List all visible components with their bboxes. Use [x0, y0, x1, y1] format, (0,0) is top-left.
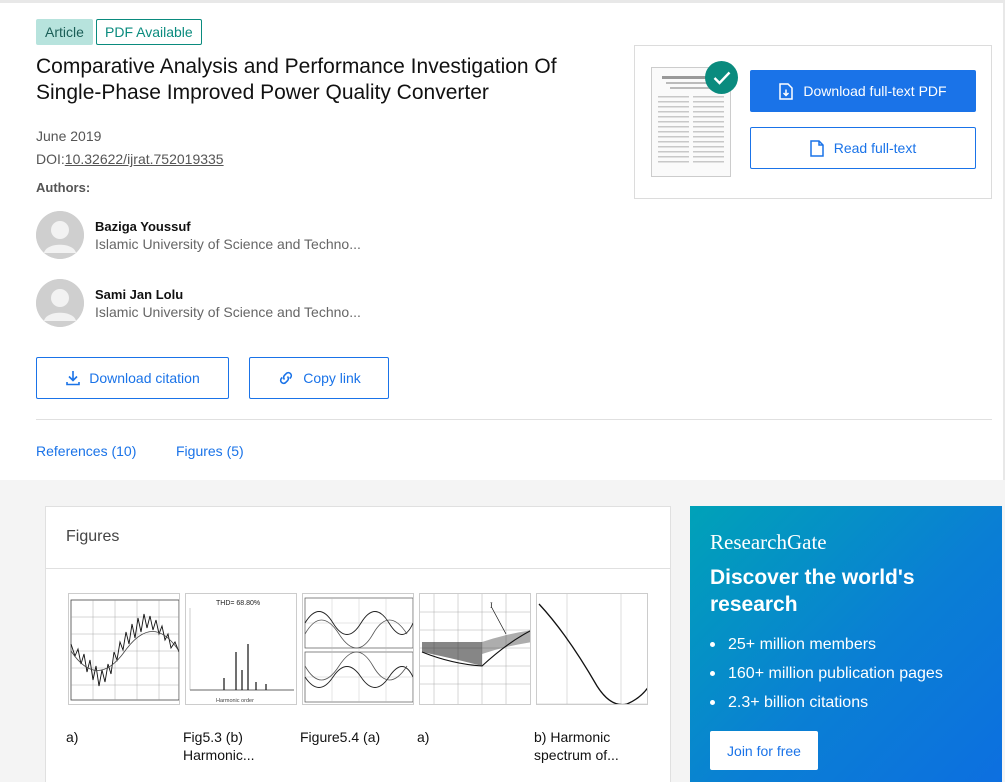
figure-caption: a) [66, 729, 79, 745]
figure-caption: Fig5.3 (b) Harmonic... [183, 729, 255, 763]
svg-text:Harmonic order: Harmonic order [216, 698, 254, 704]
avatar-placeholder-icon [36, 279, 84, 327]
page-title: Comparative Analysis and Performance Inv… [36, 55, 557, 104]
promo-bullet: 2.3+ billion citations [710, 688, 943, 717]
promo-bullet-text: 2.3+ billion citations [728, 693, 869, 711]
fulltext-card: Download full-text PDF Read full-text [634, 45, 992, 199]
download-fulltext-pdf-button[interactable]: Download full-text PDF [750, 70, 976, 112]
figure-caption: Figure5.4 (a) [300, 729, 381, 745]
section-divider [36, 419, 992, 420]
figure-caption: b) Harmonic spectrum of... [534, 729, 619, 763]
promo-bullet-text: 160+ million publication pages [728, 664, 943, 682]
doi-link[interactable]: 10.32622/ijrat.752019335 [65, 151, 224, 167]
download-fulltext-pdf-label: Download full-text PDF [803, 83, 947, 99]
promo-bullet: 25+ million members [710, 630, 943, 659]
bullet-icon [710, 671, 715, 676]
pdf-available-badge: PDF Available [96, 19, 202, 45]
figures-panel: Figures THD= 68.80% Harmonic order I a) … [45, 506, 671, 782]
download-icon [66, 371, 81, 386]
author-affiliation: Islamic University of Science and Techno… [95, 236, 361, 252]
file-download-icon [779, 82, 794, 100]
publication-date: June 2019 [36, 128, 102, 144]
figure-waveform-image [70, 599, 179, 701]
link-icon [280, 371, 293, 385]
download-citation-button[interactable]: Download citation [36, 357, 229, 399]
figure-thumbnail[interactable]: I [419, 593, 531, 705]
figure-thumbnail[interactable] [68, 593, 180, 705]
svg-text:I: I [490, 601, 493, 610]
author-affiliation: Islamic University of Science and Techno… [95, 304, 361, 320]
file-icon [810, 139, 824, 157]
doi-line: DOI:10.32622/ijrat.752019335 [36, 151, 224, 167]
bullet-icon [710, 642, 715, 647]
figure-thumbnail[interactable] [302, 593, 414, 705]
tab-figures[interactable]: Figures (5) [176, 443, 244, 459]
promo-heading: Discover the world's research [710, 566, 915, 616]
researchgate-promo: ResearchGate Discover the world's resear… [690, 506, 1002, 782]
avatar-placeholder-icon [36, 211, 84, 259]
article-type-badge: Article [36, 19, 93, 45]
promo-bullets: 25+ million members 160+ million publica… [710, 630, 943, 717]
copy-link-label: Copy link [303, 370, 361, 386]
figure-thd-label: THD= 68.80% [216, 600, 260, 607]
promo-bullet: 160+ million publication pages [710, 659, 943, 688]
figures-header: Figures [66, 528, 120, 545]
author-name[interactable]: Sami Jan Lolu [95, 287, 183, 302]
figure-sine-curve-image [537, 594, 647, 704]
checkmark-icon [705, 61, 738, 94]
authors-label: Authors: [36, 180, 91, 195]
avatar[interactable] [36, 211, 84, 259]
figure-caption: a) [417, 729, 430, 745]
tab-references[interactable]: References (10) [36, 443, 136, 459]
figure-thumbnail[interactable]: THD= 68.80% Harmonic order [185, 593, 297, 705]
figure-thumbnail[interactable] [536, 593, 648, 705]
bullet-icon [710, 700, 715, 705]
join-for-free-button[interactable]: Join for free [710, 731, 818, 770]
promo-bullet-text: 25+ million members [728, 635, 877, 653]
researchgate-logo: ResearchGate [710, 530, 827, 554]
copy-link-button[interactable]: Copy link [249, 357, 389, 399]
read-fulltext-label: Read full-text [833, 140, 917, 156]
figure-sine-plots-image [304, 597, 413, 703]
author-name[interactable]: Baziga Youssuf [95, 219, 191, 234]
figure-harmonic-spectrum-image: THD= 68.80% Harmonic order [189, 600, 294, 704]
figure-hatched-waveform-image: I [420, 594, 530, 704]
read-fulltext-button[interactable]: Read full-text [750, 127, 976, 169]
avatar[interactable] [36, 279, 84, 327]
top-border [0, 0, 1005, 3]
doi-label: DOI: [36, 151, 65, 167]
figures-divider [46, 568, 670, 569]
download-citation-label: Download citation [89, 370, 200, 386]
